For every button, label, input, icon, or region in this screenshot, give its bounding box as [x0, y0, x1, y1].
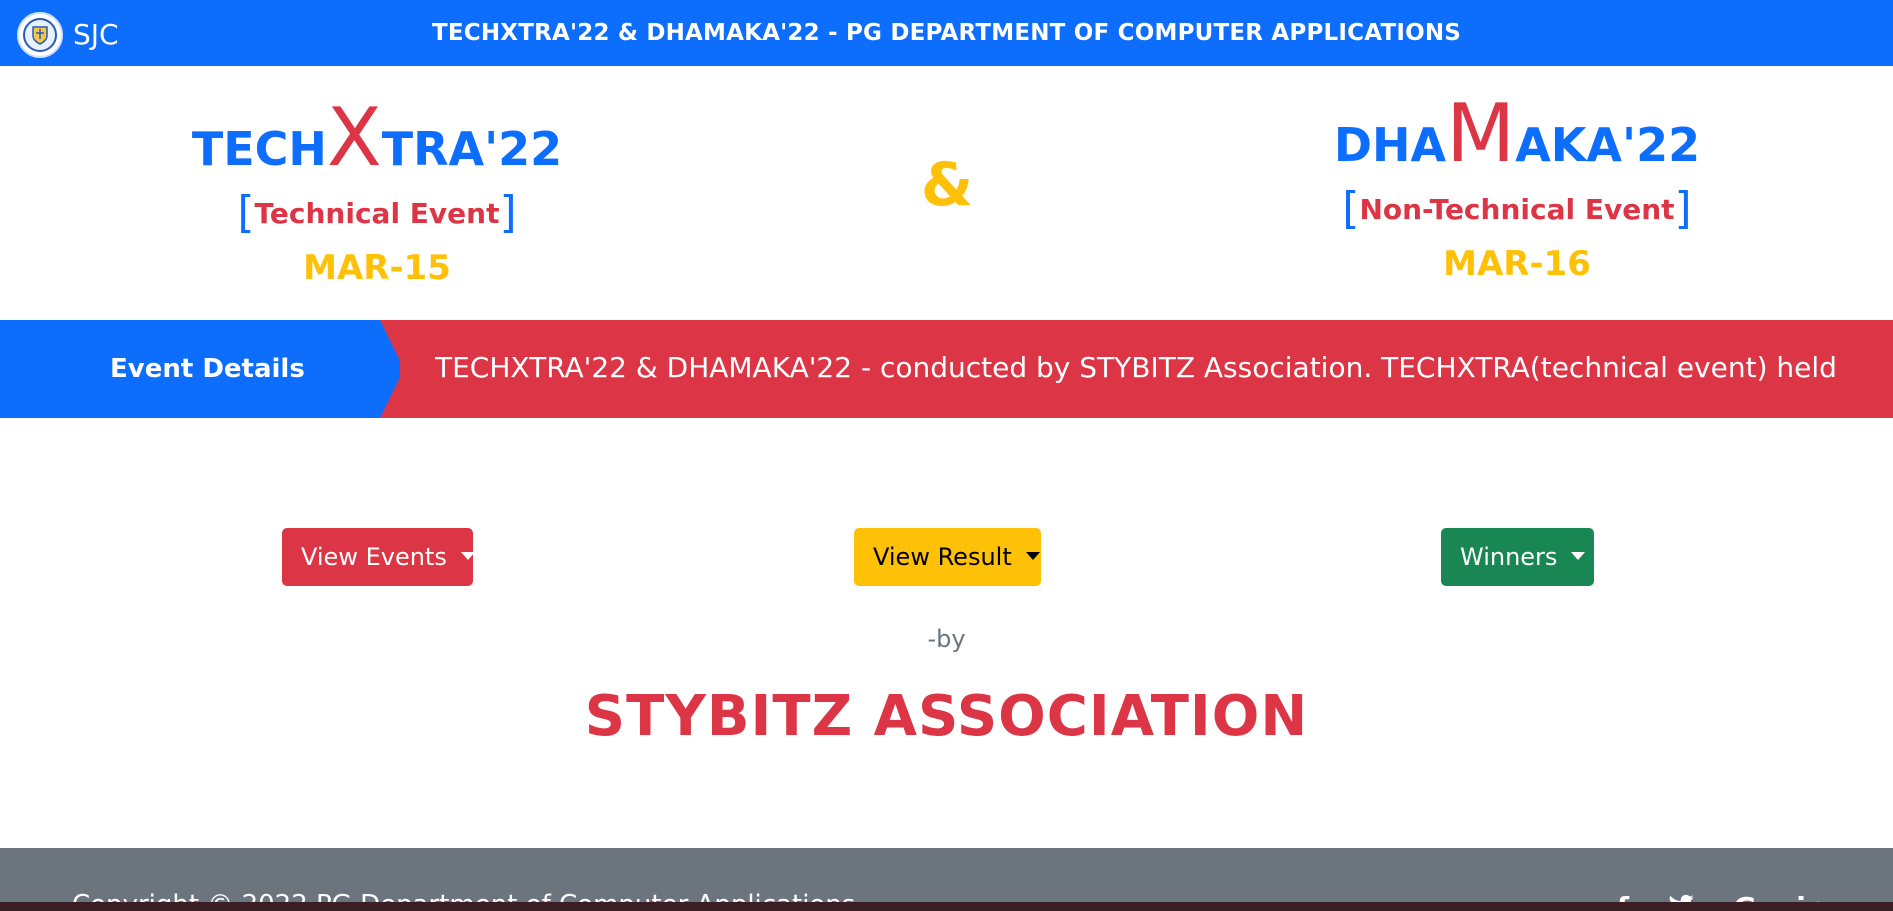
techxtra-title-prefix: TECH	[191, 122, 327, 176]
event-details-ticker: Event Details TECHXTRA'22 & DHAMAKA'22 -…	[0, 320, 1893, 418]
techxtra-title: TECHXTRA'22	[180, 98, 574, 187]
close-bracket: ]	[499, 187, 517, 238]
by-label: -by	[927, 625, 966, 653]
dhamaka-block: DHAMAKA'22 [Non-Technical Event] MAR-16	[1320, 94, 1714, 286]
view-result-label: View Result	[873, 543, 1012, 571]
winners-dropdown-button[interactable]: Winners	[1441, 528, 1594, 586]
close-bracket: ]	[1674, 183, 1692, 234]
caret-down-icon	[1025, 552, 1040, 560]
techxtra-block: TECHXTRA'22 [Technical Event] MAR-15	[180, 98, 574, 290]
open-bracket: [	[237, 187, 255, 238]
dhamaka-title-prefix: DHA	[1333, 118, 1447, 172]
top-navbar: SJC TECHXTRA'22 & DHAMAKA'22 - PG DEPART…	[0, 0, 1893, 66]
techxtra-subtitle: [Technical Event]	[180, 191, 574, 236]
taskbar-strip	[0, 902, 1893, 911]
dhamaka-title: DHAMAKA'22	[1320, 94, 1714, 183]
winners-label: Winners	[1460, 543, 1558, 571]
event-details-label: Event Details	[0, 320, 400, 418]
caret-down-icon	[1571, 552, 1586, 560]
event-details-marquee: TECHXTRA'22 & DHAMAKA'22 - conducted by …	[435, 351, 1845, 384]
techxtra-title-highlight: X	[326, 91, 382, 184]
techxtra-title-suffix: TRA'22	[381, 122, 563, 176]
association-name: STYBITZ ASSOCIATION	[584, 684, 1309, 749]
techxtra-date: MAR-15	[303, 248, 451, 288]
open-bracket: [	[1342, 183, 1360, 234]
dhamaka-title-suffix: AKA'22	[1515, 118, 1701, 172]
dhamaka-title-highlight: M	[1446, 87, 1516, 180]
dhamaka-subtitle-text: Non-Technical Event	[1359, 193, 1675, 226]
page-title: TECHXTRA'22 & DHAMAKA'22 - PG DEPARTMENT…	[431, 20, 1462, 46]
dhamaka-subtitle: [Non-Technical Event]	[1320, 187, 1714, 232]
caret-down-icon	[460, 552, 475, 560]
view-events-label: View Events	[301, 543, 447, 571]
ampersand: &	[920, 150, 974, 220]
dhamaka-date: MAR-16	[1443, 244, 1591, 284]
view-result-dropdown-button[interactable]: View Result	[854, 528, 1041, 586]
view-events-dropdown-button[interactable]: View Events	[282, 528, 475, 586]
techxtra-subtitle-text: Technical Event	[254, 197, 500, 230]
